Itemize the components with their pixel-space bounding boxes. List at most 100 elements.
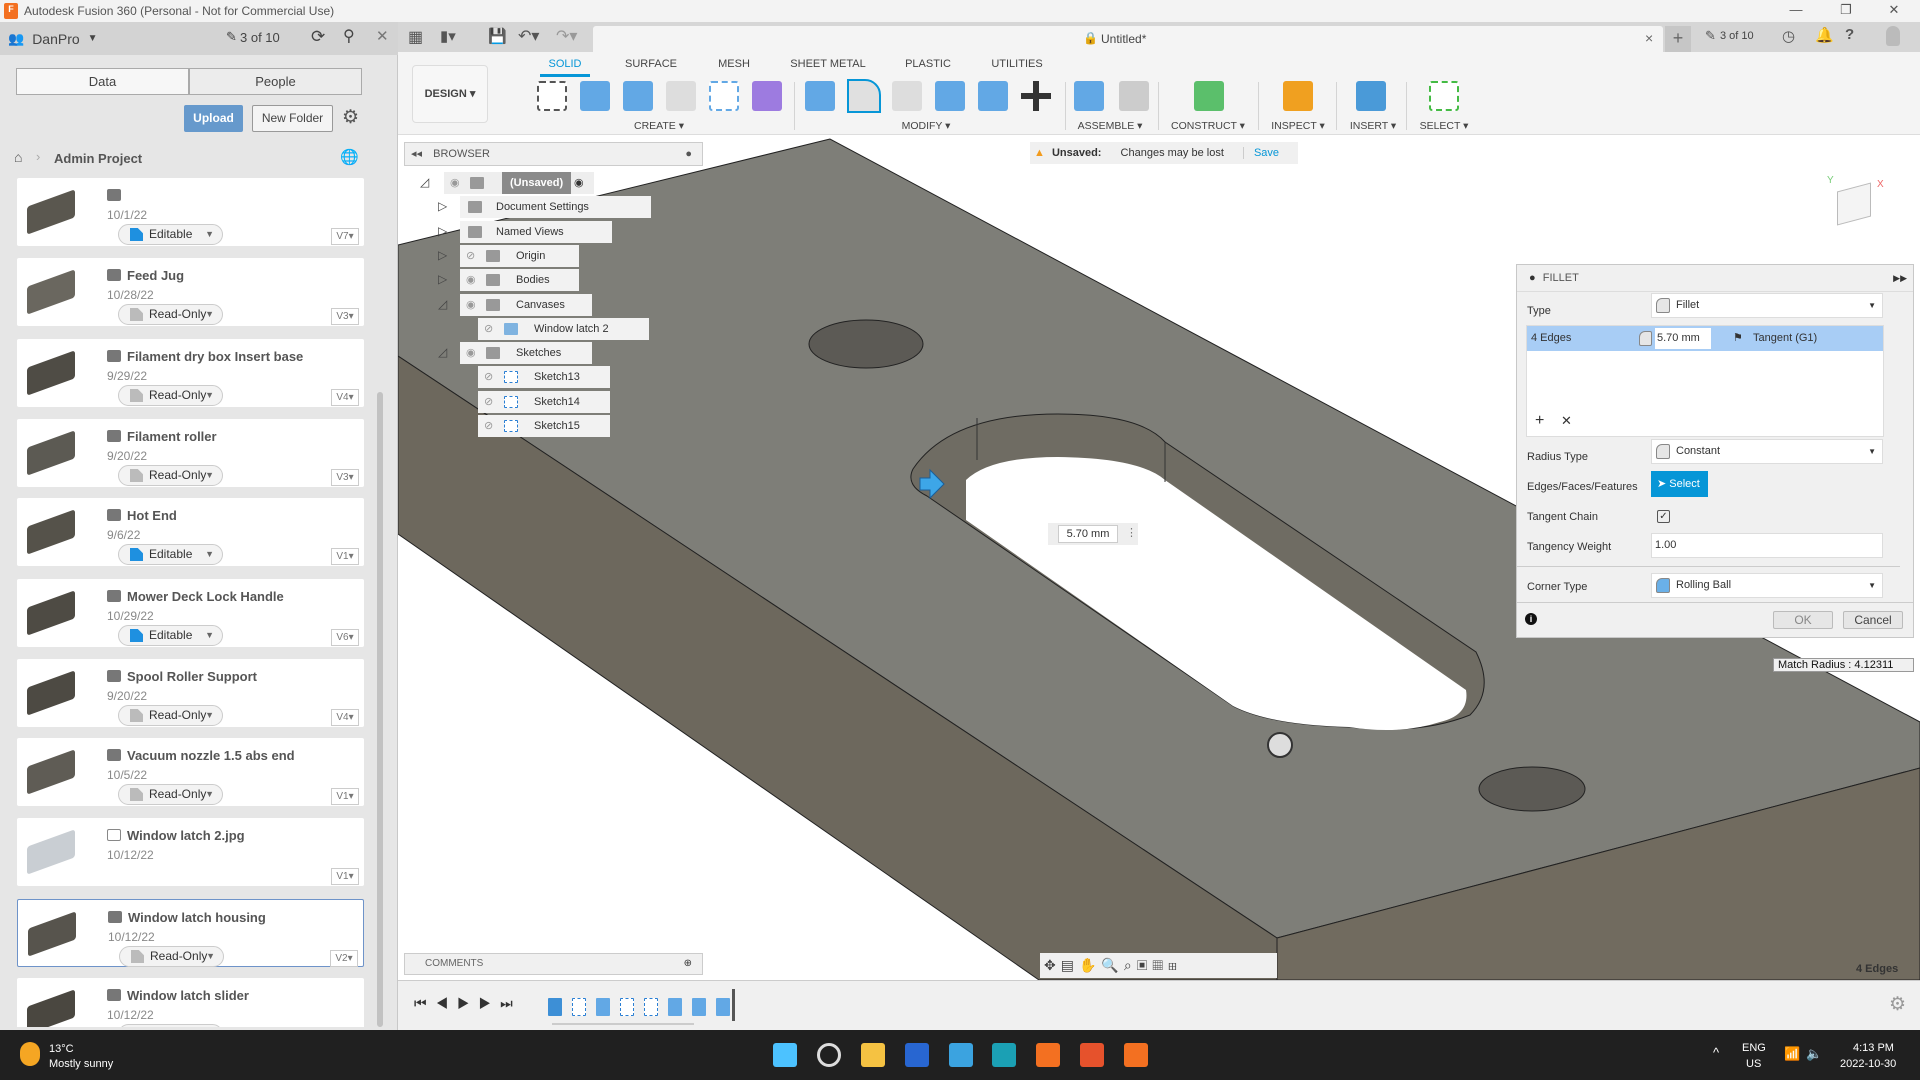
- edge-radius-input[interactable]: 5.70 mm: [1655, 328, 1711, 349]
- browser-pin-icon[interactable]: ●: [685, 143, 692, 165]
- create-menu[interactable]: CREATE ▾: [634, 120, 684, 132]
- new-folder-button[interactable]: New Folder: [252, 105, 333, 132]
- browser-item[interactable]: Document Settings: [460, 196, 651, 219]
- split-body-icon[interactable]: [978, 81, 1008, 111]
- tab-people[interactable]: People: [189, 68, 362, 95]
- combine-icon[interactable]: [935, 81, 965, 111]
- viewports-icon[interactable]: ⊞: [1168, 957, 1182, 973]
- construct-menu[interactable]: CONSTRUCT ▾: [1171, 120, 1245, 132]
- pattern-icon[interactable]: [709, 81, 739, 111]
- new-component-icon[interactable]: [1074, 81, 1104, 111]
- job-status-icon[interactable]: ✎: [226, 29, 237, 45]
- file-list-scrollbar[interactable]: [377, 392, 383, 1027]
- eye-icon[interactable]: ◉: [466, 342, 476, 364]
- add-edge-set-icon[interactable]: +: [1535, 412, 1544, 430]
- remove-edge-set-icon[interactable]: ✕: [1561, 413, 1572, 429]
- version-dropdown[interactable]: V1▾: [331, 868, 359, 885]
- file-card[interactable]: Feed Jug 10/28/22 Read-Only ▼ V3▾: [17, 258, 364, 326]
- create-sketch-icon[interactable]: [537, 81, 567, 111]
- assemble-menu[interactable]: ASSEMBLE ▾: [1078, 120, 1143, 132]
- browser-item[interactable]: ◉ (Unsaved) ◉: [444, 172, 594, 194]
- temperature[interactable]: 13°C: [49, 1043, 74, 1055]
- timeline-sketch-feature[interactable]: [644, 998, 658, 1016]
- access-dropdown[interactable]: Read-Only▼: [118, 1024, 223, 1027]
- version-dropdown[interactable]: V1▾: [331, 788, 359, 805]
- look-at-icon[interactable]: ▤: [1061, 957, 1079, 973]
- access-dropdown[interactable]: Read-Only▼: [118, 705, 223, 726]
- home-icon[interactable]: ⌂: [14, 149, 22, 165]
- app-grid-icon[interactable]: ▦: [408, 27, 423, 47]
- browser-item[interactable]: ◉ Canvases: [460, 293, 592, 316]
- tab-utilities[interactable]: UTILITIES: [991, 58, 1042, 70]
- orbit-icon[interactable]: ✥: [1044, 957, 1061, 973]
- hidden-eye-icon[interactable]: ⊘: [484, 391, 493, 413]
- browser-item[interactable]: ⊘ Origin: [460, 244, 579, 267]
- browser-item[interactable]: ⊘ Window latch 2: [478, 317, 649, 340]
- go-to-end-icon[interactable]: ⏭: [500, 995, 522, 1011]
- firefox-icon[interactable]: [1080, 1043, 1104, 1067]
- tab-data[interactable]: Data: [16, 68, 189, 95]
- tangency-weight-input[interactable]: 1.00: [1651, 533, 1883, 558]
- access-dropdown[interactable]: Read-Only▼: [118, 304, 223, 325]
- shell-icon[interactable]: [892, 81, 922, 111]
- eye-icon[interactable]: ◉: [466, 294, 476, 316]
- inspect-menu[interactable]: INSPECT ▾: [1271, 120, 1325, 132]
- fusion-360-active-icon[interactable]: [1124, 1043, 1148, 1067]
- tab-plastic[interactable]: PLASTIC: [905, 58, 951, 70]
- hole-icon[interactable]: [666, 81, 696, 111]
- radius-type-dropdown[interactable]: Constant ▼: [1651, 439, 1883, 464]
- file-name[interactable]: Window latch slider: [127, 988, 249, 1003]
- access-dropdown[interactable]: Read-Only▼: [119, 946, 224, 967]
- hidden-eye-icon[interactable]: ⊘: [466, 245, 475, 267]
- hidden-eye-icon[interactable]: ⊘: [484, 318, 493, 340]
- input-region[interactable]: US: [1746, 1058, 1761, 1070]
- access-dropdown[interactable]: Editable ▼: [118, 224, 223, 245]
- breadcrumb-project[interactable]: Admin Project: [54, 151, 142, 166]
- file-card[interactable]: Window latch slider 10/12/22 Read-Only▼ …: [17, 978, 364, 1027]
- tangent-chain-checkbox[interactable]: ✓: [1657, 510, 1670, 523]
- expand-arrow-icon[interactable]: ▷: [438, 199, 447, 213]
- version-dropdown[interactable]: V3▾: [331, 469, 359, 486]
- globe-icon[interactable]: 🌐: [340, 148, 359, 166]
- more-options-icon[interactable]: ⋮: [1126, 526, 1137, 539]
- refresh-icon[interactable]: ⟳: [311, 27, 325, 47]
- version-dropdown[interactable]: V3▾: [331, 308, 359, 325]
- revolve-icon[interactable]: [623, 81, 653, 111]
- grid-settings-icon[interactable]: ▦: [1152, 957, 1168, 973]
- timeline-canvas-feature[interactable]: [548, 998, 562, 1016]
- weather-text[interactable]: Mostly sunny: [49, 1058, 113, 1070]
- weather-icon[interactable]: [20, 1042, 40, 1066]
- joint-icon[interactable]: [1119, 81, 1149, 111]
- tab-surface[interactable]: SURFACE: [625, 58, 677, 70]
- file-menu-icon[interactable]: ▮▾: [440, 27, 456, 45]
- access-dropdown[interactable]: Read-Only▼: [118, 385, 223, 406]
- file-card[interactable]: Vacuum nozzle 1.5 abs end 10/5/22 Read-O…: [17, 738, 364, 806]
- restore-button[interactable]: ❐: [1826, 2, 1866, 18]
- file-name[interactable]: Vacuum nozzle 1.5 abs end: [127, 748, 295, 763]
- collapse-arrow-icon[interactable]: ◿: [438, 297, 447, 311]
- go-to-start-icon[interactable]: ⏮: [414, 995, 436, 1011]
- team-selector[interactable]: DanPro: [32, 31, 79, 47]
- eye-icon[interactable]: ◉: [450, 172, 460, 194]
- browser-item[interactable]: ⊘ Sketch15: [478, 415, 610, 437]
- timeline-settings-gear-icon[interactable]: ⚙: [1889, 993, 1906, 1016]
- show-hidden-icons-icon[interactable]: ^: [1713, 1045, 1719, 1060]
- workspace-switcher[interactable]: DESIGN ▾: [412, 65, 488, 123]
- radius-input[interactable]: 5.70 mm: [1058, 525, 1118, 543]
- activate-component-icon[interactable]: ◉: [574, 172, 584, 194]
- browser-item[interactable]: ◉ Bodies: [460, 269, 579, 292]
- type-dropdown[interactable]: Fillet ▼: [1651, 293, 1883, 318]
- collapse-browser-icon[interactable]: ◂◂: [411, 148, 422, 160]
- insert-image-icon[interactable]: [1356, 81, 1386, 111]
- offset-plane-icon[interactable]: [1194, 81, 1224, 111]
- window-select-icon[interactable]: [1429, 81, 1459, 111]
- modify-menu[interactable]: MODIFY ▾: [902, 120, 951, 132]
- settings-gear-icon[interactable]: ⚙: [342, 106, 359, 129]
- access-dropdown[interactable]: Editable ▼: [118, 625, 223, 646]
- version-dropdown[interactable]: V4▾: [331, 389, 359, 406]
- extrude-icon[interactable]: [580, 81, 610, 111]
- file-card[interactable]: Window latch 2.jpg 10/12/22 V1▾: [17, 818, 364, 886]
- fusion-360-icon[interactable]: [1036, 1043, 1060, 1067]
- expand-arrow-icon[interactable]: ▷: [438, 272, 447, 286]
- notification-bell-icon[interactable]: 🔔: [1815, 26, 1834, 44]
